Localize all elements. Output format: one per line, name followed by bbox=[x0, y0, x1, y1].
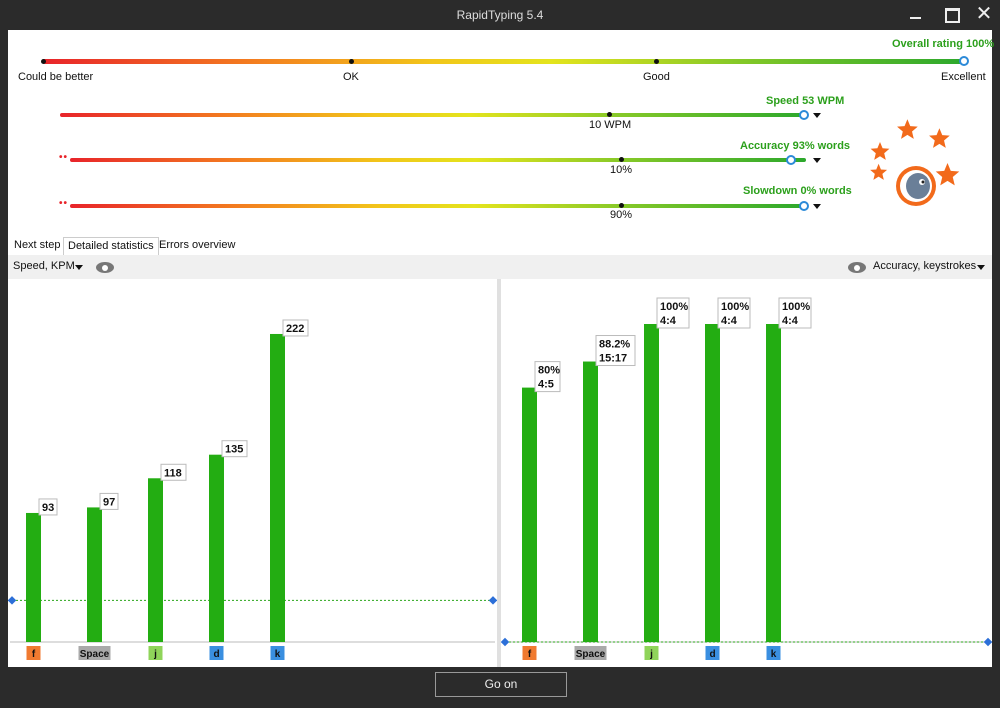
speed-dropdown-icon[interactable] bbox=[813, 113, 821, 118]
tab-detailed-statistics[interactable]: Detailed statistics bbox=[63, 237, 159, 255]
key-label: j bbox=[153, 649, 157, 660]
speed-label: Speed 53 WPM bbox=[766, 95, 845, 107]
speed-metric-select-label: Speed, KPM bbox=[13, 260, 75, 272]
go-on-button[interactable]: Go on bbox=[435, 672, 567, 697]
bar-value-label: 97 bbox=[103, 496, 115, 508]
slowdown-bar bbox=[70, 204, 805, 208]
speed-metric-select[interactable]: Speed, KPM bbox=[13, 260, 75, 272]
title-bar: RapidTyping 5.4 ✕ bbox=[0, 0, 1000, 30]
bar-value-label: 100% bbox=[660, 301, 688, 313]
bar bbox=[26, 512, 41, 642]
speed-knob bbox=[799, 110, 809, 120]
bar-value-label: 100% bbox=[782, 301, 810, 313]
star-icon bbox=[870, 163, 888, 180]
key-label: k bbox=[771, 649, 777, 660]
bar bbox=[644, 324, 659, 642]
bar bbox=[766, 324, 781, 642]
close-icon[interactable]: ✕ bbox=[973, 4, 995, 24]
bar-value-label: 118 bbox=[164, 467, 182, 479]
star-icon bbox=[870, 142, 890, 160]
star-icon bbox=[897, 119, 918, 139]
tab-next-step[interactable]: Next step bbox=[10, 237, 64, 255]
speed-chart: 93f97Space118j135d222k bbox=[8, 279, 497, 667]
bar bbox=[87, 507, 102, 642]
scale-label: Excellent bbox=[941, 71, 986, 83]
accuracy-metric-select-label: Accuracy, keystrokes bbox=[873, 260, 977, 272]
bar bbox=[209, 454, 224, 642]
footer-bar: Go on bbox=[0, 667, 1000, 708]
bar bbox=[583, 361, 598, 642]
accuracy-dropdown-icon[interactable] bbox=[813, 158, 821, 163]
bar-value-label: 80% bbox=[538, 365, 560, 377]
key-label: j bbox=[649, 649, 653, 660]
bar-value-label: 4:4 bbox=[660, 315, 677, 327]
scale-marker bbox=[349, 59, 354, 64]
maximize-icon[interactable] bbox=[940, 4, 962, 24]
speed-bar bbox=[60, 113, 805, 117]
chevron-down-icon[interactable] bbox=[977, 265, 985, 270]
overall-rating-label: Overall rating 100% bbox=[892, 38, 995, 50]
reference-line-handle[interactable] bbox=[501, 637, 510, 647]
accuracy-metric-select[interactable]: Accuracy, keystrokes bbox=[873, 260, 976, 272]
bar-value-label: 222 bbox=[286, 323, 304, 335]
bar-value-label: 4:4 bbox=[721, 315, 738, 327]
chevron-down-icon[interactable] bbox=[75, 265, 83, 270]
speed-marker-label: 10 WPM bbox=[589, 119, 632, 131]
accuracy-overflow-dots: •• bbox=[59, 152, 69, 163]
accuracy-chart: 80%4:5f88.2%15:17Space100%4:4j100%4:4d10… bbox=[501, 279, 992, 667]
chart-toolbar: Speed, KPM Accuracy, keystrokes bbox=[8, 255, 992, 279]
tab-errors-overview[interactable]: Errors overview bbox=[155, 237, 239, 255]
slowdown-knob bbox=[799, 201, 809, 211]
bar-value-label: 135 bbox=[225, 444, 243, 456]
accuracy-marker-label: 10% bbox=[610, 164, 633, 176]
accuracy-marker bbox=[619, 157, 624, 162]
bar-value-label: 100% bbox=[721, 301, 749, 313]
accuracy-bar bbox=[70, 158, 806, 162]
key-label: d bbox=[709, 649, 715, 660]
key-label: Space bbox=[576, 649, 606, 660]
minimize-icon[interactable] bbox=[905, 4, 927, 24]
bar-value-label: 4:4 bbox=[782, 315, 799, 327]
mascot-icon bbox=[896, 166, 936, 206]
bar-value-label: 93 bbox=[42, 502, 54, 514]
scale-label: OK bbox=[343, 71, 359, 83]
slowdown-marker-label: 90% bbox=[610, 209, 633, 221]
overall-rating-knob bbox=[959, 56, 969, 66]
scale-marker bbox=[41, 59, 46, 64]
reference-line-handle[interactable] bbox=[8, 596, 17, 605]
scale-label: Could be better bbox=[18, 71, 94, 83]
star-icon bbox=[929, 128, 950, 148]
reference-line-handle[interactable] bbox=[488, 596, 497, 605]
key-label: Space bbox=[80, 649, 110, 660]
eye-icon[interactable] bbox=[848, 262, 866, 273]
bar bbox=[705, 324, 720, 642]
bar-value-label: 4:5 bbox=[538, 379, 554, 391]
bar bbox=[148, 478, 163, 642]
overall-rating-bar bbox=[43, 59, 965, 64]
results-panel: Overall rating 100% Could be better OK G… bbox=[8, 30, 995, 667]
star-icon bbox=[935, 163, 960, 186]
bar-value-label: 88.2% bbox=[599, 339, 630, 351]
reference-line-handle[interactable] bbox=[983, 637, 992, 647]
speed-marker bbox=[607, 112, 612, 117]
window-title: RapidTyping 5.4 bbox=[456, 8, 544, 22]
scale-label: Good bbox=[643, 71, 670, 83]
app-window: RapidTyping 5.4 ✕ Overall rating 100% Co… bbox=[0, 0, 1000, 708]
bar-value-label: 15:17 bbox=[599, 353, 627, 365]
slowdown-label: Slowdown 0% words bbox=[743, 185, 852, 197]
eye-icon[interactable] bbox=[96, 262, 114, 273]
key-label: k bbox=[275, 649, 281, 660]
accuracy-knob bbox=[786, 155, 796, 165]
tab-bar: Next step Detailed statistics Errors ove… bbox=[8, 237, 992, 255]
key-label: d bbox=[213, 649, 219, 660]
slowdown-marker bbox=[619, 203, 624, 208]
slowdown-overflow-dots: •• bbox=[59, 198, 69, 209]
rating-stars-icon bbox=[870, 119, 960, 206]
accuracy-label: Accuracy 93% words bbox=[740, 140, 851, 152]
slowdown-dropdown-icon[interactable] bbox=[813, 204, 821, 209]
bar bbox=[270, 333, 285, 642]
scale-marker bbox=[654, 59, 659, 64]
bar bbox=[522, 387, 537, 642]
